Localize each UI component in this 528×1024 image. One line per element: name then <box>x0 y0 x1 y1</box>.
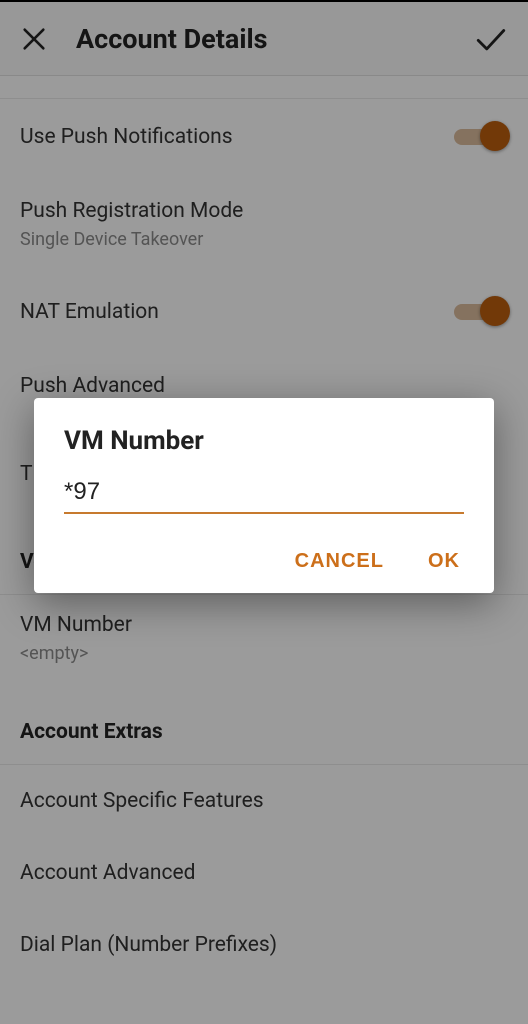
vm-number-input[interactable] <box>64 478 464 506</box>
dialog-actions: CANCEL OK <box>64 550 464 573</box>
dialog-title: VM Number <box>64 426 464 456</box>
ok-button[interactable]: OK <box>428 550 460 573</box>
dialog-input-wrap <box>64 478 464 514</box>
vm-number-dialog: VM Number CANCEL OK <box>34 398 494 593</box>
cancel-button[interactable]: CANCEL <box>295 550 384 573</box>
